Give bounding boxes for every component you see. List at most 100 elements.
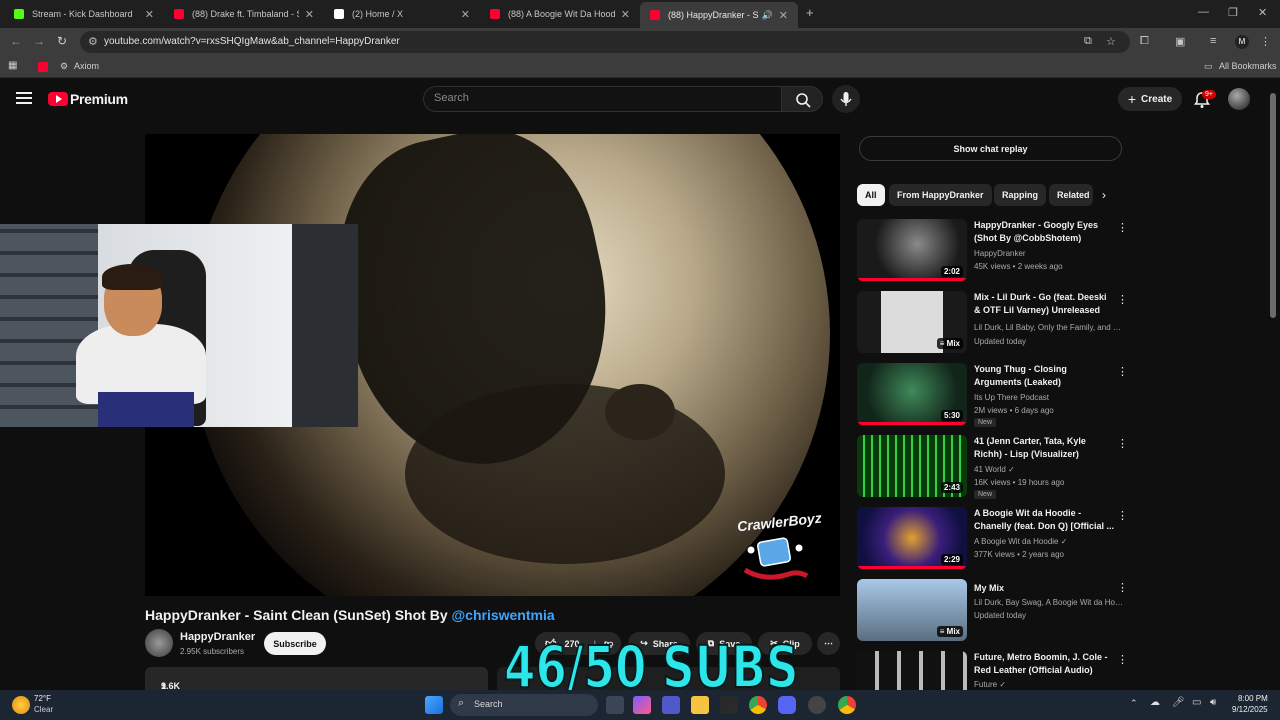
recommendation-item[interactable]: ≡ Mix My Mix Lil Durk, Bay Swag, A Boogi…	[857, 579, 1128, 643]
obs-icon[interactable]	[808, 696, 826, 714]
recommendation-title[interactable]: A Boogie Wit da Hoodie - Chanelly (feat.…	[974, 507, 1114, 533]
more-vertical-icon[interactable]: ⋮	[1117, 437, 1128, 450]
more-vertical-icon[interactable]: ⋮	[1117, 365, 1128, 378]
taskbar-date[interactable]: 9/12/2025	[1232, 705, 1268, 714]
chip-related[interactable]: Related	[1049, 184, 1093, 206]
browser-menu-icon[interactable]: ⋮	[1260, 35, 1271, 48]
browser-tab-kick[interactable]: Stream - Kick Dashboard ✕	[4, 0, 164, 28]
menu-icon[interactable]	[16, 92, 32, 104]
back-icon[interactable]: ←	[10, 34, 22, 48]
chrome-icon[interactable]	[749, 696, 767, 714]
recommendation-item[interactable]: ≡ Mix Mix - Lil Durk - Go (feat. Deeski …	[857, 291, 1128, 355]
more-vertical-icon[interactable]: ⋮	[1117, 293, 1128, 306]
youtube-bookmark-icon[interactable]	[38, 62, 48, 72]
tab-close-icon[interactable]: ✕	[145, 8, 154, 21]
recommendation-channel[interactable]: Its Up There Podcast	[974, 391, 1124, 404]
taskbar-search[interactable]: ⌕ Search	[450, 694, 598, 716]
browser-tab-drake[interactable]: (88) Drake ft. Timbaland - Say S ✕	[164, 0, 324, 28]
recommendation-title[interactable]: HappyDranker - Googly Eyes (Shot By @Cob…	[974, 219, 1114, 245]
reload-icon[interactable]: ↻	[57, 34, 67, 48]
video-thumbnail[interactable]: 2:29	[857, 507, 967, 569]
video-thumbnail[interactable]	[857, 651, 967, 690]
bookmark-star-icon[interactable]: ☆	[1106, 35, 1116, 48]
recommendation-channel[interactable]: Lil Durk, Bay Swag, A Boogie Wit da Hoo.…	[974, 596, 1124, 609]
recommendation-item[interactable]: Future, Metro Boomin, J. Cole - Red Leat…	[857, 651, 1127, 690]
search-button[interactable]	[781, 86, 823, 112]
tab-close-icon[interactable]: ✕	[621, 8, 630, 21]
profile-avatar[interactable]: M	[1235, 35, 1249, 49]
windows-start-icon[interactable]	[425, 696, 443, 714]
microphone-icon[interactable]: 🎤︎	[1172, 697, 1185, 708]
more-actions-button[interactable]: ⋯	[817, 632, 840, 655]
show-chat-replay-button[interactable]: Show chat replay	[859, 136, 1122, 161]
channel-name[interactable]: HappyDranker	[180, 631, 255, 643]
audio-playing-icon[interactable]: 🔊	[762, 10, 773, 21]
copilot-icon[interactable]	[633, 696, 651, 714]
recommendation-channel[interactable]: Future ✓	[974, 678, 1124, 690]
tab-close-icon[interactable]: ✕	[461, 8, 470, 21]
description-box[interactable]: 1.6K views 9 hours ago	[145, 667, 488, 711]
store-icon[interactable]	[720, 696, 738, 714]
taskbar-time[interactable]: 8:00 PM	[1238, 694, 1268, 703]
video-thumbnail[interactable]: ≡ Mix	[857, 291, 967, 353]
page-scrollbar[interactable]	[1266, 79, 1280, 690]
browser-tab-aboogie[interactable]: (88) A Boogie Wit Da Hoodie - ✕	[480, 0, 640, 28]
weather-moon-icon[interactable]	[12, 696, 30, 714]
minimize-icon[interactable]: —	[1198, 6, 1209, 18]
more-vertical-icon[interactable]: ⋮	[1117, 653, 1127, 666]
youtube-logo-icon[interactable]	[48, 92, 68, 106]
task-view-icon[interactable]	[606, 696, 624, 714]
chrome-profile-icon[interactable]	[838, 696, 856, 714]
recommendation-title[interactable]: 41 (Jenn Carter, Tata, Kyle Richh) - Lis…	[974, 435, 1114, 461]
account-avatar[interactable]	[1228, 88, 1250, 110]
subscribe-button[interactable]: Subscribe	[264, 632, 326, 655]
browser-tab-x-home[interactable]: (2) Home / X ✕	[324, 0, 480, 28]
chip-rapping[interactable]: Rapping	[994, 184, 1046, 206]
recommendation-title[interactable]: Young Thug - Closing Arguments (Leaked)	[974, 363, 1114, 389]
reading-list-icon[interactable]: ≡	[1210, 35, 1216, 47]
recommendation-title[interactable]: Future, Metro Boomin, J. Cole - Red Leat…	[974, 651, 1114, 677]
create-button[interactable]: + Create	[1118, 87, 1182, 111]
url-text[interactable]: youtube.com/watch?v=rxsSHQIgMaw&ab_chann…	[104, 36, 400, 47]
chip-from-happydranker[interactable]: From HappyDranker	[889, 184, 992, 206]
video-thumbnail[interactable]: 5:30	[857, 363, 967, 425]
close-window-icon[interactable]: ✕	[1258, 6, 1267, 19]
volume-icon[interactable]: 🔊︎	[1210, 697, 1216, 708]
chip-all[interactable]: All	[857, 184, 885, 206]
voice-search-button[interactable]	[832, 85, 860, 113]
recommendation-title[interactable]: My Mix	[974, 582, 1114, 595]
site-info-icon[interactable]: ⚙	[88, 35, 98, 48]
forward-icon[interactable]: →	[33, 34, 45, 48]
weather-description[interactable]: Clear	[34, 705, 53, 714]
tab-close-icon[interactable]: ✕	[779, 9, 788, 22]
more-vertical-icon[interactable]: ⋮	[1117, 581, 1128, 594]
restore-icon[interactable]: ❐	[1228, 6, 1238, 19]
recommendation-channel[interactable]: HappyDranker	[974, 247, 1124, 260]
tab-close-icon[interactable]: ✕	[305, 8, 314, 21]
video-thumbnail[interactable]: 2:02	[857, 219, 967, 281]
recommendation-channel[interactable]: Lil Durk, Lil Baby, Only the Family, and…	[974, 321, 1124, 334]
recommendation-item[interactable]: 2:29 A Boogie Wit da Hoodie - Chanelly (…	[857, 507, 1128, 571]
youtube-premium-logo[interactable]: Premium	[70, 91, 128, 107]
recommendation-item[interactable]: 5:30 Young Thug - Closing Arguments (Lea…	[857, 363, 1128, 427]
split-view-icon[interactable]: ▣	[1175, 35, 1185, 48]
all-bookmarks[interactable]: All Bookmarks	[1219, 61, 1277, 71]
display-icon[interactable]: ▭	[1192, 697, 1201, 708]
weather-temperature[interactable]: 72°F	[34, 694, 51, 703]
chevron-right-icon[interactable]: ›	[1102, 188, 1106, 202]
install-app-icon[interactable]: ⧉	[1084, 35, 1092, 48]
file-explorer-icon[interactable]	[691, 696, 709, 714]
recommendation-item[interactable]: 2:43 41 (Jenn Carter, Tata, Kyle Richh) …	[857, 435, 1128, 499]
bookmark-axiom[interactable]: Axiom	[74, 61, 99, 71]
more-vertical-icon[interactable]: ⋮	[1117, 221, 1128, 234]
scrollbar-thumb[interactable]	[1270, 93, 1276, 318]
search-field[interactable]	[423, 86, 781, 112]
chevron-up-icon[interactable]: ⌃	[1130, 698, 1138, 709]
recommendation-channel[interactable]: A Boogie Wit da Hoodie ✓	[974, 535, 1124, 548]
apps-grid-icon[interactable]: ▦	[8, 60, 17, 71]
more-vertical-icon[interactable]: ⋮	[1117, 509, 1128, 522]
title-mention-link[interactable]: @chriswentmia	[452, 607, 555, 623]
recommendation-title[interactable]: Mix - Lil Durk - Go (feat. Deeski & OTF …	[974, 291, 1114, 317]
video-thumbnail[interactable]: 2:43	[857, 435, 967, 497]
video-thumbnail[interactable]: ≡ Mix	[857, 579, 967, 641]
